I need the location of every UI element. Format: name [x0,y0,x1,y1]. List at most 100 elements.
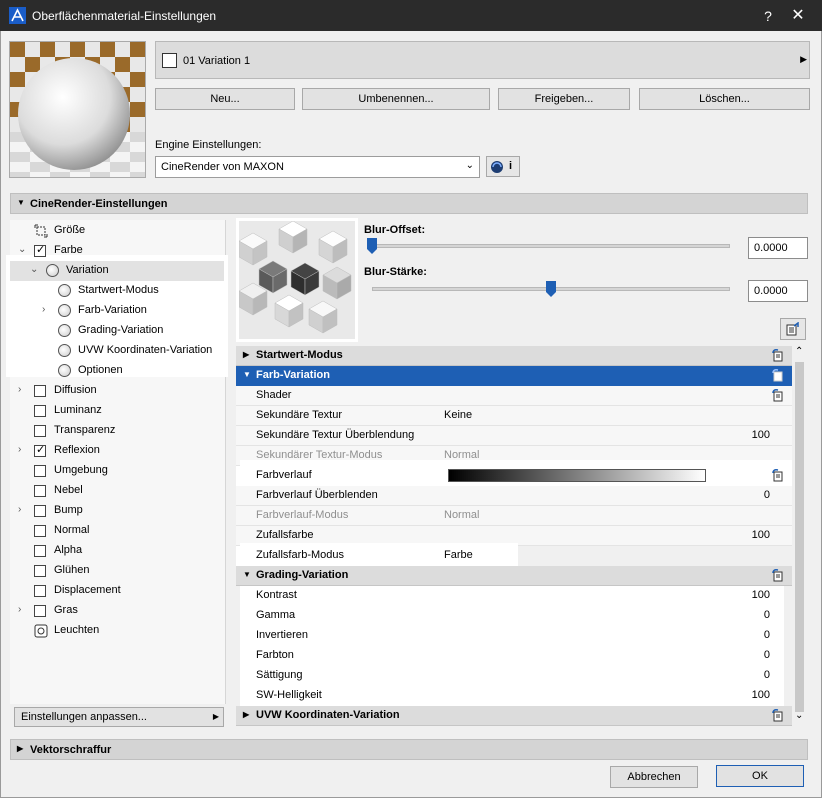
checkbox[interactable] [34,585,46,597]
customize-settings-button[interactable]: Einstellungen anpassen... ▶ [14,707,224,727]
checkbox[interactable] [34,505,46,517]
collapsed-chevron-icon[interactable]: › [18,384,28,395]
checkbox[interactable] [34,605,46,617]
tree-item-variation[interactable]: ⌄ Variation [10,261,224,281]
gamma-row[interactable]: Gamma 0 [236,606,792,626]
collapsed-chevron-icon[interactable]: › [18,604,28,615]
hue-value[interactable]: 0 [764,649,770,661]
link-icon[interactable] [772,469,786,482]
checkbox[interactable] [34,565,46,577]
contrast-row[interactable]: Kontrast 100 [236,586,792,606]
tree-item-transparenz[interactable]: Transparenz [10,421,224,441]
release-button[interactable]: Freigeben... [498,88,630,110]
tree-item-grading-variation[interactable]: Grading-Variation [10,321,224,341]
tree-item-bump[interactable]: › Bump [10,501,224,521]
gradient-blend-row[interactable]: Farbverlauf Überblenden 0 [236,486,792,506]
collapsed-chevron-icon[interactable]: › [18,444,28,455]
link-settings-button[interactable] [780,318,806,340]
color-variation-header[interactable]: ▼ Farb-Variation [236,366,792,386]
startwert-mode-header[interactable]: ▶ Startwert-Modus [236,346,792,366]
hue-row[interactable]: Farbton 0 [236,646,792,666]
tree-item-normal[interactable]: Normal [10,521,224,541]
secondary-texture-value[interactable]: Keine [444,409,472,421]
tree-item-glühen[interactable]: Glühen [10,561,224,581]
checkbox[interactable] [34,443,46,457]
ok-button[interactable]: OK [716,765,804,787]
contrast-value[interactable]: 100 [752,589,770,601]
random-color-value[interactable]: 100 [752,529,770,541]
blur-offset-track[interactable] [372,244,730,248]
cinerender-section-header[interactable]: ▼ CineRender-Einstellungen [10,193,808,214]
tree-item-nebel[interactable]: Nebel [10,481,224,501]
gradient-blend-value[interactable]: 0 [764,489,770,501]
tree-item-reflexion[interactable]: › Reflexion [10,441,224,461]
customize-settings-label: Einstellungen anpassen... [21,711,147,723]
blur-strength-slider-handle[interactable] [546,281,556,297]
gradient-row[interactable]: Farbverlauf [236,466,792,486]
gamma-value[interactable]: 0 [764,609,770,621]
bw-brightness-row[interactable]: SW-Helligkeit 100 [236,686,792,706]
tree-item-alpha[interactable]: Alpha [10,541,224,561]
scrollbar-thumb[interactable] [795,362,804,712]
tree-item-gras[interactable]: › Gras [10,601,224,621]
tree-item-farbe[interactable]: ⌄ Farbe [10,241,224,261]
checkbox[interactable] [34,485,46,497]
tree-item-startwert-modus[interactable]: Startwert-Modus [10,281,224,301]
saturation-value[interactable]: 0 [764,669,770,681]
blur-offset-input[interactable]: 0.0000 [748,237,808,259]
new-button[interactable]: Neu... [155,88,295,110]
checkbox[interactable] [34,385,46,397]
uvw-variation-header[interactable]: ▶ UVW Koordinaten-Variation [236,706,792,726]
collapsed-chevron-icon[interactable]: › [18,504,28,515]
checkbox[interactable] [34,545,46,557]
property-table-scrollbar[interactable]: ⌃ ⌄ [792,346,808,726]
tree-item-uvw-koordinaten-variation[interactable]: UVW Koordinaten-Variation [10,341,224,361]
help-button[interactable]: ? [758,6,778,26]
vector-hatch-section-header[interactable]: ▶ Vektorschraffur [10,739,808,760]
scroll-down-icon[interactable]: ⌄ [795,710,803,721]
tree-item-diffusion[interactable]: › Diffusion [10,381,224,401]
tree-item-luminanz[interactable]: Luminanz [10,401,224,421]
tree-item-größe[interactable]: Größe [10,221,224,241]
delete-button[interactable]: Löschen... [639,88,810,110]
blur-offset-slider-handle[interactable] [367,238,377,254]
link-icon[interactable] [772,709,786,722]
expanded-chevron-icon[interactable]: ⌄ [30,264,40,275]
scroll-up-icon[interactable]: ⌃ [795,346,803,357]
collapsed-chevron-icon[interactable]: › [42,304,52,315]
secondary-texture-blend-value[interactable]: 100 [752,429,770,441]
variation-selector[interactable]: 01 Variation 1 ▶ [155,41,810,79]
expanded-chevron-icon[interactable]: ⌄ [18,244,28,255]
rename-button[interactable]: Umbenennen... [302,88,490,110]
checkbox[interactable] [34,405,46,417]
link-icon[interactable] [772,389,786,402]
tree-item-displacement[interactable]: Displacement [10,581,224,601]
invert-value[interactable]: 0 [764,629,770,641]
link-icon[interactable] [772,349,786,362]
bw-brightness-value[interactable]: 100 [752,689,770,701]
random-color-mode-row[interactable]: Zufallsfarb-Modus Farbe [236,546,516,566]
checkbox[interactable] [34,425,46,437]
close-button[interactable]: ✕ [786,4,810,28]
checkbox[interactable] [34,465,46,477]
link-icon[interactable] [772,569,786,582]
invert-row[interactable]: Invertieren 0 [236,626,792,646]
secondary-texture-row[interactable]: Sekundäre Textur Keine [236,406,792,426]
shader-row[interactable]: Shader [236,386,792,406]
engine-info-button[interactable]: i [486,156,520,177]
tree-item-umgebung[interactable]: Umgebung [10,461,224,481]
tree-item-farb-variation[interactable]: › Farb-Variation [10,301,224,321]
tree-item-optionen[interactable]: Optionen [10,361,224,381]
random-color-mode-value[interactable]: Farbe [444,549,473,561]
engine-select[interactable]: CineRender von MAXON ⌄ [155,156,480,178]
tree-item-leuchten[interactable]: Leuchten [10,621,224,641]
blur-strength-input[interactable]: 0.0000 [748,280,808,302]
grading-variation-header[interactable]: ▼ Grading-Variation [236,566,792,586]
checkbox[interactable] [34,243,46,257]
secondary-texture-blend-row[interactable]: Sekundäre Textur Überblendung 100 [236,426,792,446]
link-icon[interactable] [772,369,786,382]
checkbox[interactable] [34,525,46,537]
saturation-row[interactable]: Sättigung 0 [236,666,792,686]
gradient-preview[interactable] [448,469,706,482]
cancel-button[interactable]: Abbrechen [610,766,698,788]
